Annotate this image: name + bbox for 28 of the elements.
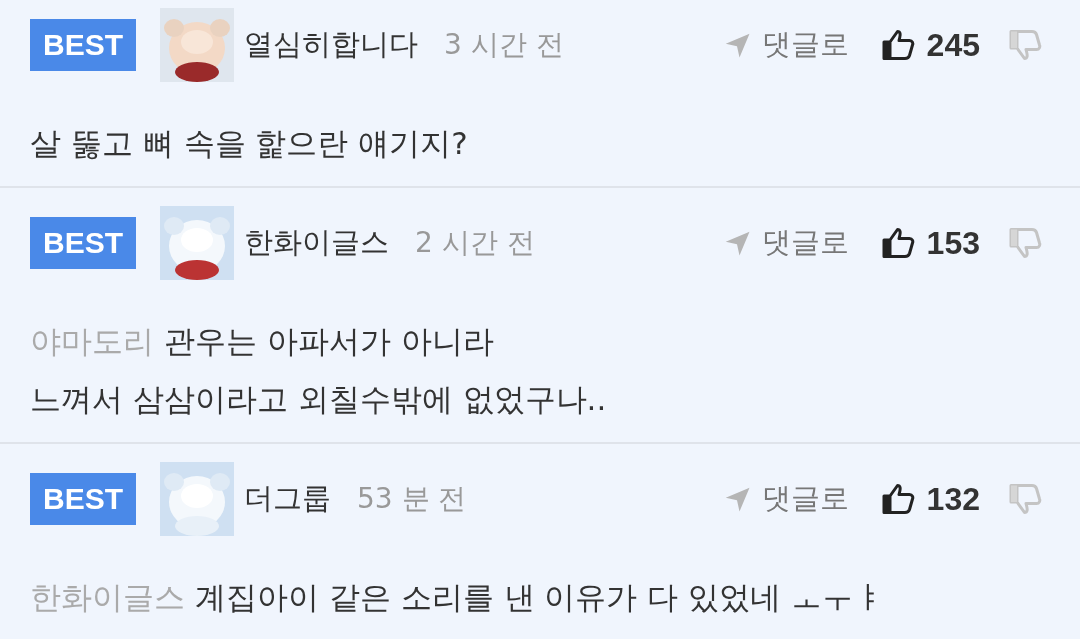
comment-text: 느껴서 삼삼이라고 외칠수밖에 없었구나.. (30, 381, 607, 417)
like-button[interactable]: 132 (880, 480, 980, 518)
thumbs-up-icon (880, 225, 917, 261)
best-badge: BEST (30, 473, 136, 525)
like-button[interactable]: 153 (880, 224, 980, 262)
username[interactable]: 열심히합니다 (244, 25, 418, 65)
username[interactable]: 더그룹 (244, 479, 331, 519)
like-button[interactable]: 245 (880, 26, 980, 64)
reply-button[interactable]: 댓글로 (721, 25, 849, 65)
thumbs-up-icon (880, 27, 917, 63)
dislike-button[interactable] (1008, 27, 1044, 63)
best-badge: BEST (30, 217, 136, 269)
username[interactable]: 한화이글스 (244, 223, 389, 263)
timestamp: 2 시간 전 (415, 225, 535, 261)
timestamp: 53 분 전 (357, 481, 467, 517)
comment-text: 계집아이 같은 소리를 낸 이유가 다 있었네 ㅗㅜㅑ (195, 579, 884, 615)
dislike-button[interactable] (1008, 481, 1044, 517)
reply-button[interactable]: 댓글로 (721, 223, 849, 263)
thumbs-down-icon (1008, 27, 1044, 63)
comment-text: 살 뚫고 뼈 속을 핥으란 얘기지? (30, 125, 468, 161)
thumbs-up-icon (880, 481, 917, 517)
best-badge: BEST (30, 19, 136, 71)
comment-text: 관우는 아파서가 아니라 (164, 323, 494, 359)
thumbs-down-icon (1008, 225, 1044, 261)
timestamp: 3 시간 전 (444, 27, 564, 63)
dislike-button[interactable] (1008, 225, 1044, 261)
reply-button[interactable]: 댓글로 (721, 479, 849, 519)
thumbs-down-icon (1008, 481, 1044, 517)
